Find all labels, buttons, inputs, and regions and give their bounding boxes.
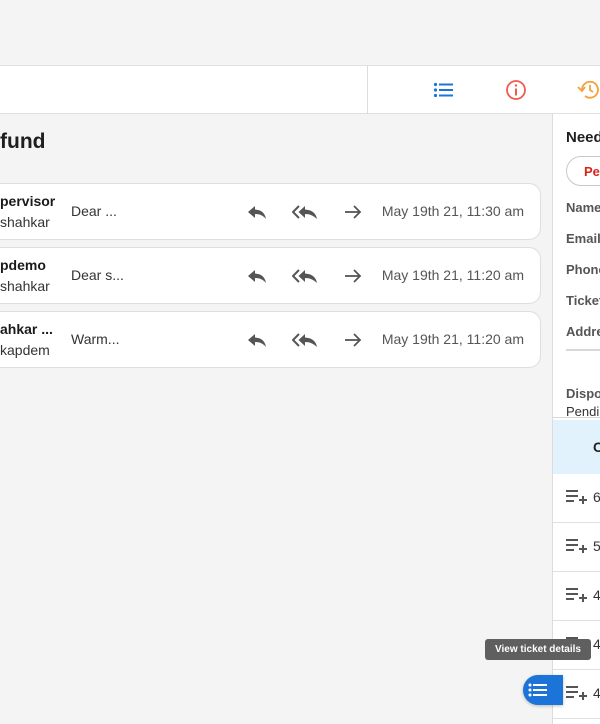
field-label-ticket: Ticket bbox=[566, 293, 600, 308]
reply-all-icon[interactable] bbox=[292, 264, 318, 288]
list-item-label: 4 bbox=[593, 636, 600, 652]
list-item[interactable]: 5 bbox=[553, 523, 600, 572]
disposition-label: Dispos bbox=[566, 386, 600, 401]
forward-icon[interactable] bbox=[340, 264, 366, 288]
thread-recipient: shahkar bbox=[0, 278, 50, 294]
status-pill-label: Pen bbox=[584, 164, 600, 179]
thread-sender: pdemo bbox=[0, 257, 46, 273]
ticket-subject: fund bbox=[0, 130, 46, 153]
ticket-toolbar bbox=[0, 66, 600, 114]
field-label-address: Addre bbox=[566, 324, 600, 339]
conversation-area: fund pervisor shahkar Dear ... May 19th … bbox=[0, 114, 552, 724]
reply-icon[interactable] bbox=[244, 200, 270, 224]
email-thread-row[interactable]: pervisor shahkar Dear ... May 19th 21, 1… bbox=[0, 183, 541, 240]
thread-timestamp: May 19th 21, 11:30 am bbox=[381, 203, 524, 219]
reply-icon[interactable] bbox=[244, 328, 270, 352]
thread-sender: ahkar ... bbox=[0, 321, 53, 337]
list-item-label: 5 bbox=[593, 538, 600, 554]
thread-preview: Warm... bbox=[71, 331, 120, 347]
thread-timestamp: May 19th 21, 11:20 am bbox=[381, 331, 524, 347]
field-label-email: Email bbox=[566, 231, 600, 246]
email-thread-row[interactable]: ahkar ... kapdem Warm... May 19th 21, 11… bbox=[0, 311, 541, 368]
reply-all-icon[interactable] bbox=[292, 328, 318, 352]
thread-timestamp: May 19th 21, 11:20 am bbox=[381, 267, 524, 283]
playlist-add-icon bbox=[566, 588, 587, 602]
list-item-label: 6 bbox=[593, 489, 600, 505]
list-icon bbox=[528, 683, 547, 697]
divider bbox=[566, 349, 600, 351]
thread-recipient: shahkar bbox=[0, 214, 50, 230]
field-label-phone: Phone bbox=[566, 262, 600, 277]
list-item-label: 4 bbox=[593, 685, 600, 701]
playlist-add-icon bbox=[566, 490, 587, 504]
list-item[interactable]: 6 bbox=[553, 474, 600, 523]
playlist-add-icon bbox=[566, 686, 587, 700]
toolbar-left-area bbox=[0, 66, 368, 114]
thread-recipient: kapdem bbox=[0, 342, 50, 358]
divider bbox=[553, 417, 600, 418]
thread-sender: pervisor bbox=[0, 193, 56, 209]
forward-icon[interactable] bbox=[340, 328, 366, 352]
ticket-details-panel: Need Pen Name Email Phone Ticket Addre D… bbox=[552, 114, 600, 724]
tooltip: View ticket details bbox=[485, 639, 591, 660]
reply-icon[interactable] bbox=[244, 264, 270, 288]
list-header-label: C bbox=[593, 439, 600, 455]
status-pill[interactable]: Pen bbox=[566, 156, 600, 186]
panel-title: Need bbox=[566, 129, 600, 146]
thread-preview: Dear s... bbox=[71, 267, 124, 283]
top-bar bbox=[0, 0, 600, 66]
playlist-add-icon bbox=[566, 539, 587, 553]
reply-all-icon[interactable] bbox=[292, 200, 318, 224]
forward-icon[interactable] bbox=[340, 200, 366, 224]
list-item-label: 4 bbox=[593, 587, 600, 603]
field-label-name: Name bbox=[566, 200, 600, 215]
list-icon[interactable] bbox=[432, 78, 456, 102]
view-ticket-details-button[interactable] bbox=[523, 675, 563, 705]
history-icon[interactable] bbox=[576, 78, 600, 102]
email-thread-row[interactable]: pdemo shahkar Dear s... May 19th 21, 11:… bbox=[0, 247, 541, 304]
info-icon[interactable] bbox=[504, 78, 528, 102]
list-item[interactable]: 4 bbox=[553, 572, 600, 621]
thread-preview: Dear ... bbox=[71, 203, 117, 219]
list-header: C bbox=[553, 420, 600, 474]
